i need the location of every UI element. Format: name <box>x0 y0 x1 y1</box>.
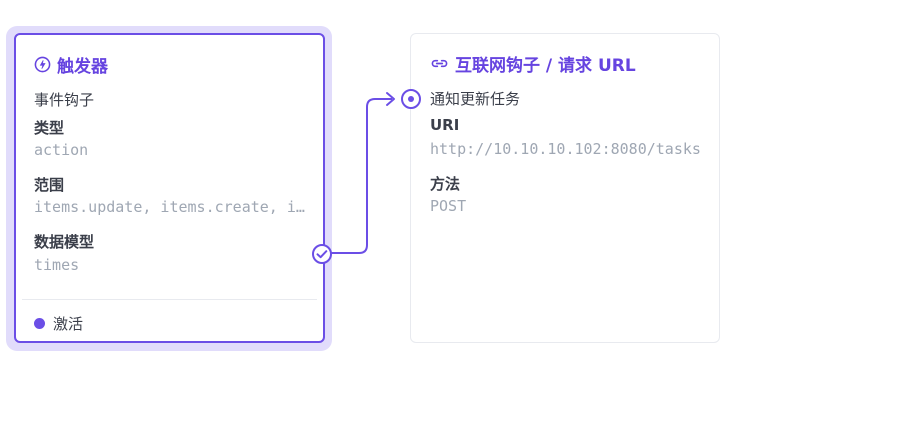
flow-connector <box>331 92 395 254</box>
target-icon[interactable] <box>400 88 422 110</box>
check-circle-icon[interactable] <box>311 243 333 265</box>
